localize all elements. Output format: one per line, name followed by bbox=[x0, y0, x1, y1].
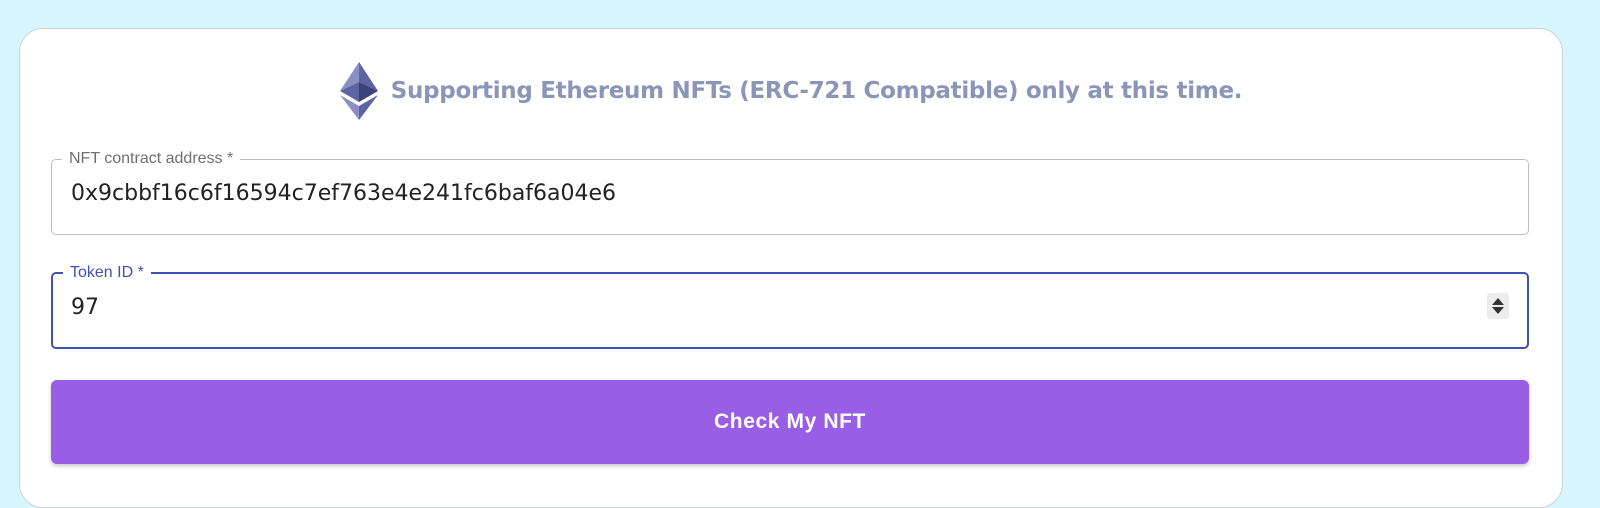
check-my-nft-button[interactable]: Check My NFT bbox=[51, 380, 1529, 464]
contract-address-input[interactable] bbox=[71, 165, 1461, 221]
support-notice: Supporting Ethereum NFTs (ERC-721 Compat… bbox=[20, 61, 1562, 121]
spinner-down-icon[interactable] bbox=[1492, 307, 1504, 314]
token-id-spinner[interactable] bbox=[1487, 293, 1509, 319]
support-notice-text: Supporting Ethereum NFTs (ERC-721 Compat… bbox=[390, 78, 1243, 104]
contract-address-field[interactable]: NFT contract address * bbox=[51, 151, 1529, 235]
token-id-field[interactable]: Token ID * bbox=[51, 265, 1529, 349]
ethereum-icon bbox=[339, 62, 378, 120]
nft-check-card: Supporting Ethereum NFTs (ERC-721 Compat… bbox=[19, 28, 1563, 508]
spinner-up-icon[interactable] bbox=[1492, 298, 1504, 305]
token-id-input[interactable] bbox=[71, 279, 1461, 335]
